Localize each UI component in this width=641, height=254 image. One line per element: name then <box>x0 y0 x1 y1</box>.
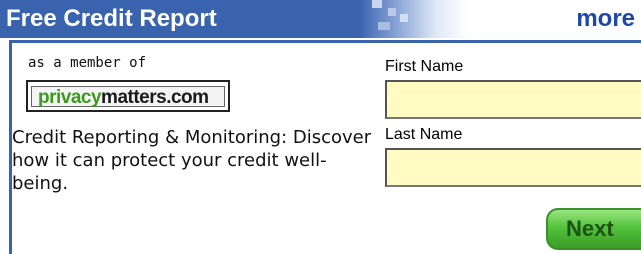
logo-text-dotcom: .com <box>166 87 209 108</box>
next-button[interactable]: Next <box>546 208 641 250</box>
last-name-label: Last Name <box>385 126 463 143</box>
logo-text-matters: matters <box>101 87 167 108</box>
header-decor-pixel <box>388 8 396 16</box>
description-text: Credit Reporting & Monitoring: Discover … <box>12 127 372 194</box>
logo-text: privacymatters.com <box>38 88 209 108</box>
more-link[interactable]: more <box>576 4 635 34</box>
member-text: as a member of <box>28 55 147 71</box>
last-name-input[interactable] <box>385 148 641 187</box>
privacymatters-logo[interactable]: privacymatters.com <box>26 80 230 112</box>
header-decor-pixel <box>372 0 382 8</box>
first-name-input[interactable] <box>385 80 641 119</box>
header-decor-pixel <box>378 22 390 30</box>
widget-title: Free Credit Report <box>6 5 217 32</box>
widget-header: Free Credit Report more <box>0 0 641 38</box>
logo-text-privacy: privacy <box>38 87 102 108</box>
header-decor-pixel <box>400 14 408 22</box>
first-name-label: First Name <box>385 58 464 75</box>
